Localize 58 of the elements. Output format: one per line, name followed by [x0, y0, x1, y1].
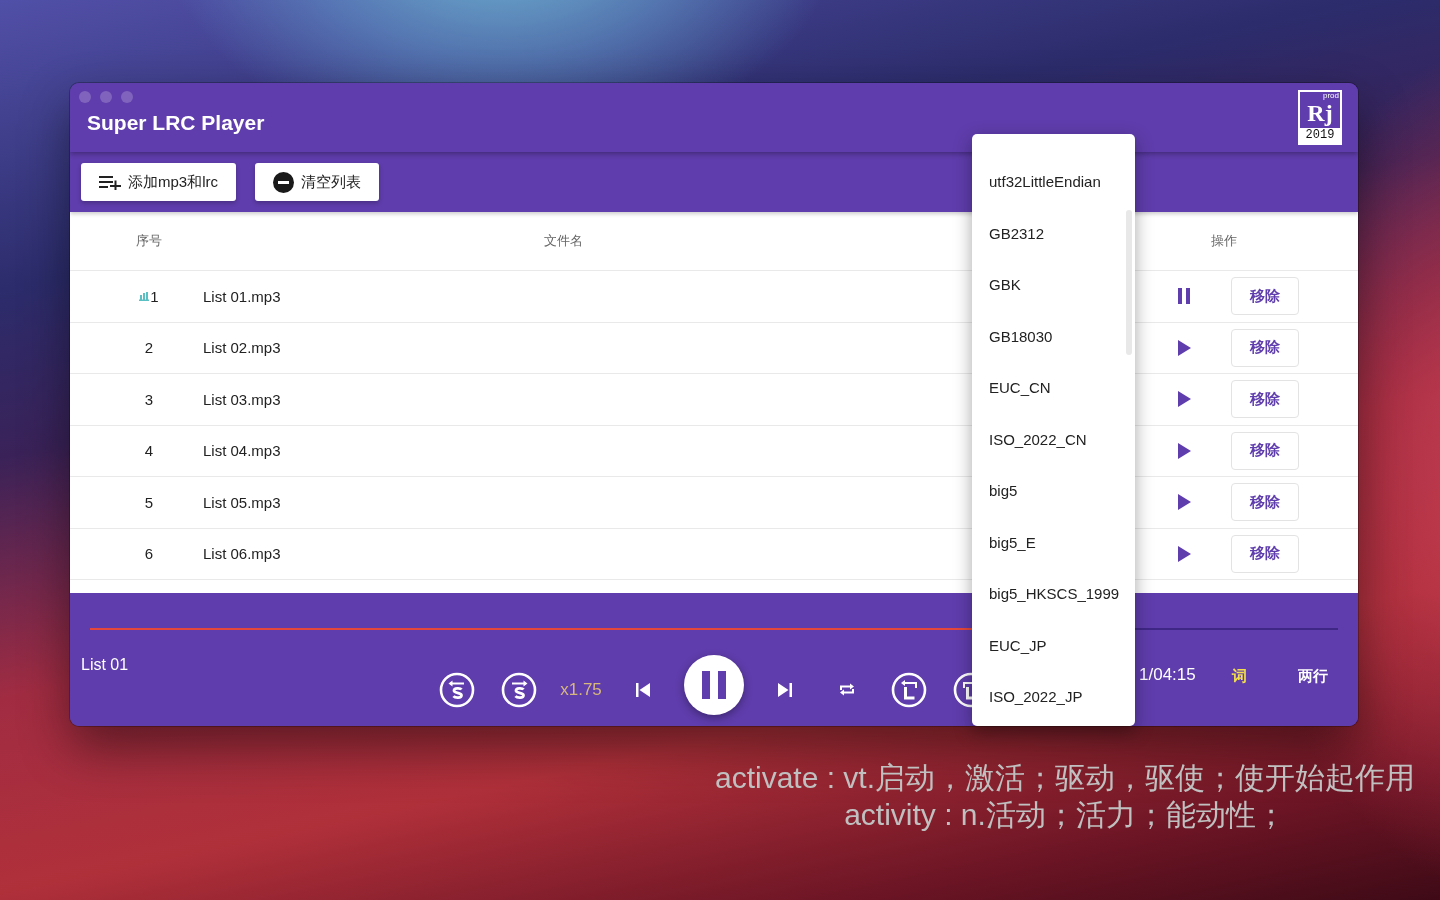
play-icon[interactable] — [1177, 391, 1191, 408]
play-icon[interactable] — [1177, 442, 1191, 459]
file-name: List 04.mp3 — [203, 442, 281, 460]
row-number: 6 — [144, 545, 154, 563]
menu-item[interactable]: EUC_JP — [972, 619, 1135, 671]
lyrics-line: activity : n.活动；活力；能动性； — [844, 797, 1286, 832]
logo-year: 2019 — [1300, 128, 1340, 143]
two-line-toggle[interactable]: 两行 — [1297, 667, 1328, 686]
file-name: List 01.mp3 — [203, 287, 281, 305]
file-name: List 02.mp3 — [203, 339, 281, 357]
menu-item[interactable]: GBK — [972, 259, 1135, 311]
row-number: 5 — [144, 493, 154, 511]
repeat-icon[interactable] — [839, 683, 855, 696]
window-title: Super LRC Player — [87, 111, 266, 135]
menu-item[interactable]: big5 — [972, 465, 1135, 517]
menu-item[interactable]: GB2312 — [972, 207, 1135, 259]
remove-button[interactable]: 移除 — [1231, 483, 1299, 522]
skip-previous-icon[interactable] — [636, 682, 650, 697]
skip-next-icon[interactable] — [778, 682, 792, 697]
logo-letters: Rj — [1307, 101, 1333, 125]
playback-speed[interactable]: x1.75 — [560, 679, 602, 700]
row-number: 3 — [144, 390, 154, 408]
row-number: 4 — [144, 442, 154, 460]
playback-time: 1/04:15 — [1139, 665, 1196, 685]
track-title: List 01 — [81, 656, 130, 674]
file-name: List 06.mp3 — [203, 545, 281, 563]
playlist-add-icon — [99, 174, 121, 190]
lyrics-line: activate : vt.启动，激活；驱动，驱使；使开始起作用 — [714, 760, 1416, 795]
remove-button[interactable]: 移除 — [1231, 380, 1299, 419]
play-icon[interactable] — [1177, 339, 1191, 356]
logo-tag: prod — [1323, 92, 1339, 100]
menu-item[interactable]: GB18030 — [972, 310, 1135, 362]
menu-item[interactable]: ISO_2022_CN — [972, 413, 1135, 465]
remove-button[interactable]: 移除 — [1231, 431, 1299, 470]
pause-icon — [702, 671, 726, 699]
minus-circle-icon — [273, 171, 294, 193]
file-name: List 05.mp3 — [203, 493, 281, 511]
column-header: 文件名 — [543, 233, 583, 248]
menu-item[interactable]: EUC_CN — [972, 362, 1135, 414]
remove-button[interactable]: 移除 — [1231, 328, 1299, 367]
pause-button[interactable] — [684, 655, 744, 715]
file-name: List 03.mp3 — [203, 390, 281, 408]
add-files-button[interactable]: 添加mp3和lrc — [81, 163, 236, 201]
row-number: 1 — [150, 287, 159, 305]
remove-button[interactable]: 移除 — [1231, 534, 1299, 573]
column-header: 操作 — [1211, 233, 1237, 248]
remove-button[interactable]: 移除 — [1231, 277, 1299, 316]
pause-icon[interactable] — [1177, 288, 1191, 305]
lyrics-toggle[interactable]: 词 — [1231, 667, 1247, 686]
menu-item[interactable]: big5_HKSCS_1999 — [972, 568, 1135, 620]
play-icon[interactable] — [1177, 494, 1191, 511]
menu-item[interactable]: utf32LittleEndian — [972, 156, 1135, 208]
menu-item[interactable]: ISO_2022_JP — [972, 671, 1135, 723]
clear-list-button[interactable]: 清空列表 — [255, 163, 379, 201]
column-header: 序号 — [136, 232, 162, 250]
row-number: 2 — [144, 339, 154, 357]
menu-item[interactable]: big5_E — [972, 516, 1135, 568]
play-icon[interactable] — [1177, 545, 1191, 562]
